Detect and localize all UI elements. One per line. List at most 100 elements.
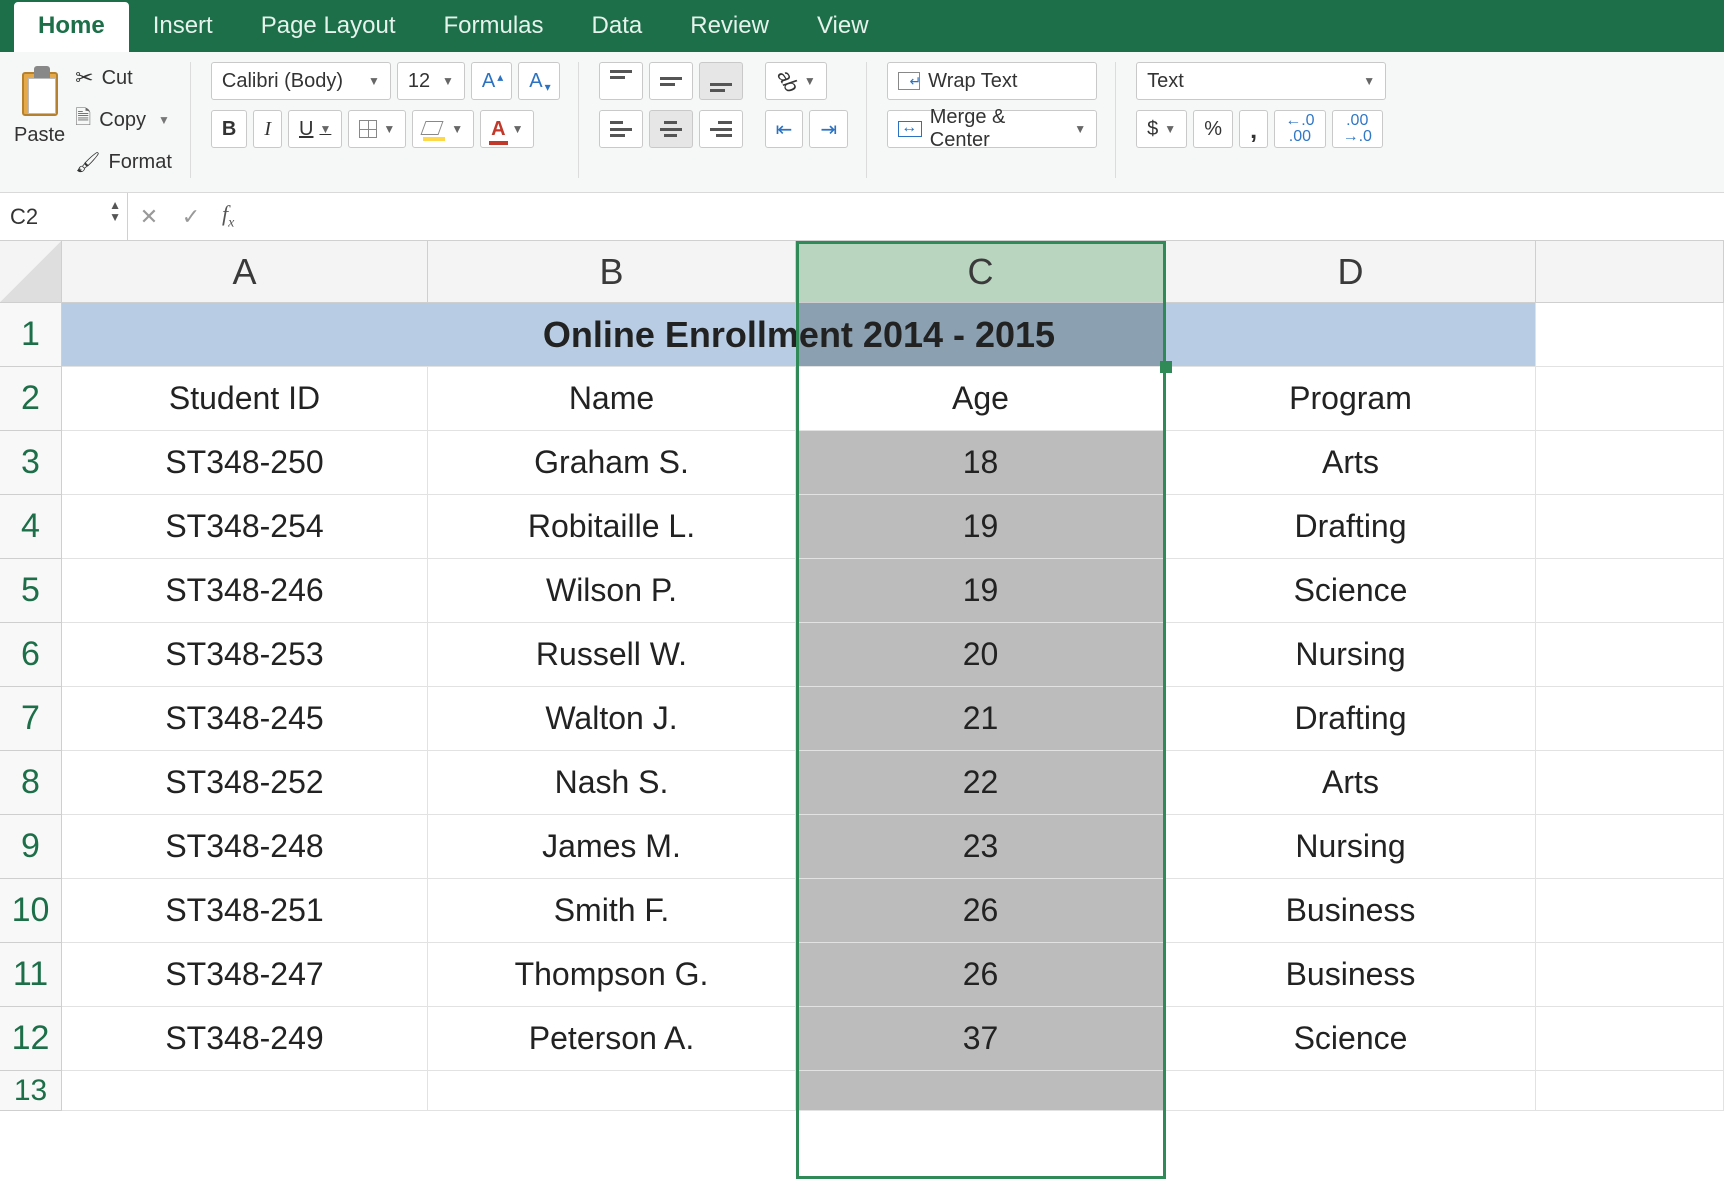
row-header-12[interactable]: 12 <box>0 1007 62 1071</box>
cell-a4[interactable]: ST348-254 <box>62 495 428 559</box>
row-header-3[interactable]: 3 <box>0 431 62 495</box>
row-header-11[interactable]: 11 <box>0 943 62 1007</box>
accept-formula-button[interactable]: ✓ <box>170 204 212 230</box>
tab-data[interactable]: Data <box>568 2 667 52</box>
align-right-button[interactable] <box>699 110 743 148</box>
cell-e12[interactable] <box>1536 1007 1724 1071</box>
column-header-c[interactable]: C <box>796 241 1166 303</box>
font-color-button[interactable]: A▼ <box>480 110 534 148</box>
tab-page-layout[interactable]: Page Layout <box>237 2 420 52</box>
row-header-4[interactable]: 4 <box>0 495 62 559</box>
cell-c13[interactable] <box>796 1071 1166 1111</box>
tab-view[interactable]: View <box>793 2 893 52</box>
cell-a5[interactable]: ST348-246 <box>62 559 428 623</box>
name-box[interactable]: C2 ▲▼ <box>0 193 128 240</box>
cell-b12[interactable]: Peterson A. <box>428 1007 796 1071</box>
increase-indent-button[interactable] <box>809 110 848 148</box>
cell-e4[interactable] <box>1536 495 1724 559</box>
currency-button[interactable]: $▼ <box>1136 110 1187 148</box>
cancel-formula-button[interactable]: ✕ <box>128 204 170 230</box>
cell-c2[interactable]: Age <box>796 367 1166 431</box>
cell-c4[interactable]: 19 <box>796 495 1166 559</box>
cell-e13[interactable] <box>1536 1071 1724 1111</box>
cell-a11[interactable]: ST348-247 <box>62 943 428 1007</box>
row-header-1[interactable]: 1 <box>0 303 62 367</box>
cell-e11[interactable] <box>1536 943 1724 1007</box>
cell-d12[interactable]: Science <box>1166 1007 1536 1071</box>
paste-button[interactable]: Paste <box>14 62 65 147</box>
row-header-2[interactable]: 2 <box>0 367 62 431</box>
cell-c5[interactable]: 19 <box>796 559 1166 623</box>
cell-b11[interactable]: Thompson G. <box>428 943 796 1007</box>
cell-a10[interactable]: ST348-251 <box>62 879 428 943</box>
formula-input[interactable] <box>244 193 1724 240</box>
cell-d11[interactable]: Business <box>1166 943 1536 1007</box>
cell-b6[interactable]: Russell W. <box>428 623 796 687</box>
row-header-13[interactable]: 13 <box>0 1071 62 1111</box>
cell-e1[interactable] <box>1536 303 1724 367</box>
column-header-a[interactable]: A <box>62 241 428 303</box>
row-header-6[interactable]: 6 <box>0 623 62 687</box>
cell-b13[interactable] <box>428 1071 796 1111</box>
format-painter-button[interactable]: Format <box>75 146 172 178</box>
select-all-corner[interactable] <box>0 241 62 303</box>
cell-c12[interactable]: 37 <box>796 1007 1166 1071</box>
wrap-text-button[interactable]: Wrap Text <box>887 62 1097 100</box>
cell-d4[interactable]: Drafting <box>1166 495 1536 559</box>
cell-c3[interactable]: 18 <box>796 431 1166 495</box>
align-bottom-button[interactable] <box>699 62 743 100</box>
cell-d10[interactable]: Business <box>1166 879 1536 943</box>
cell-e8[interactable] <box>1536 751 1724 815</box>
fx-icon[interactable]: fx <box>212 201 244 231</box>
cell-a9[interactable]: ST348-248 <box>62 815 428 879</box>
orientation-button[interactable]: ab▼ <box>765 62 827 100</box>
cell-b4[interactable]: Robitaille L. <box>428 495 796 559</box>
underline-button[interactable]: U▼ <box>288 110 342 148</box>
decrease-font-button[interactable]: A <box>518 62 559 100</box>
cell-a6[interactable]: ST348-253 <box>62 623 428 687</box>
align-left-button[interactable] <box>599 110 643 148</box>
cell-c9[interactable]: 23 <box>796 815 1166 879</box>
bold-button[interactable]: B <box>211 110 247 148</box>
cell-e3[interactable] <box>1536 431 1724 495</box>
cell-e5[interactable] <box>1536 559 1724 623</box>
percent-button[interactable]: % <box>1193 110 1233 148</box>
cell-a12[interactable]: ST348-249 <box>62 1007 428 1071</box>
column-header-b[interactable]: B <box>428 241 796 303</box>
italic-button[interactable]: I <box>253 110 282 148</box>
row-header-10[interactable]: 10 <box>0 879 62 943</box>
cell-a3[interactable]: ST348-250 <box>62 431 428 495</box>
cell-d2[interactable]: Program <box>1166 367 1536 431</box>
cell-a8[interactable]: ST348-252 <box>62 751 428 815</box>
cell-c10[interactable]: 26 <box>796 879 1166 943</box>
cell-d5[interactable]: Science <box>1166 559 1536 623</box>
cell-d3[interactable]: Arts <box>1166 431 1536 495</box>
row-header-5[interactable]: 5 <box>0 559 62 623</box>
cell-e6[interactable] <box>1536 623 1724 687</box>
cell-d8[interactable]: Arts <box>1166 751 1536 815</box>
cell-d1[interactable] <box>1166 303 1536 367</box>
row-header-7[interactable]: 7 <box>0 687 62 751</box>
align-top-button[interactable] <box>599 62 643 100</box>
column-header-e[interactable] <box>1536 241 1724 303</box>
cell-d7[interactable]: Drafting <box>1166 687 1536 751</box>
cell-e9[interactable] <box>1536 815 1724 879</box>
cell-e7[interactable] <box>1536 687 1724 751</box>
cell-b2[interactable]: Name <box>428 367 796 431</box>
increase-decimal-button[interactable]: ←.0.00 <box>1274 110 1325 148</box>
decrease-indent-button[interactable] <box>765 110 804 148</box>
cell-a1[interactable] <box>62 303 428 367</box>
cell-d6[interactable]: Nursing <box>1166 623 1536 687</box>
cell-b7[interactable]: Walton J. <box>428 687 796 751</box>
row-header-9[interactable]: 9 <box>0 815 62 879</box>
cell-a13[interactable] <box>62 1071 428 1111</box>
cell-b10[interactable]: Smith F. <box>428 879 796 943</box>
cell-a2[interactable]: Student ID <box>62 367 428 431</box>
name-box-spinner[interactable]: ▲▼ <box>109 199 121 223</box>
column-header-d[interactable]: D <box>1166 241 1536 303</box>
font-name-select[interactable]: Calibri (Body)▼ <box>211 62 391 100</box>
cell-b5[interactable]: Wilson P. <box>428 559 796 623</box>
merge-center-button[interactable]: Merge & Center▼ <box>887 110 1097 148</box>
tab-home[interactable]: Home <box>14 2 129 52</box>
align-middle-button[interactable] <box>649 62 693 100</box>
